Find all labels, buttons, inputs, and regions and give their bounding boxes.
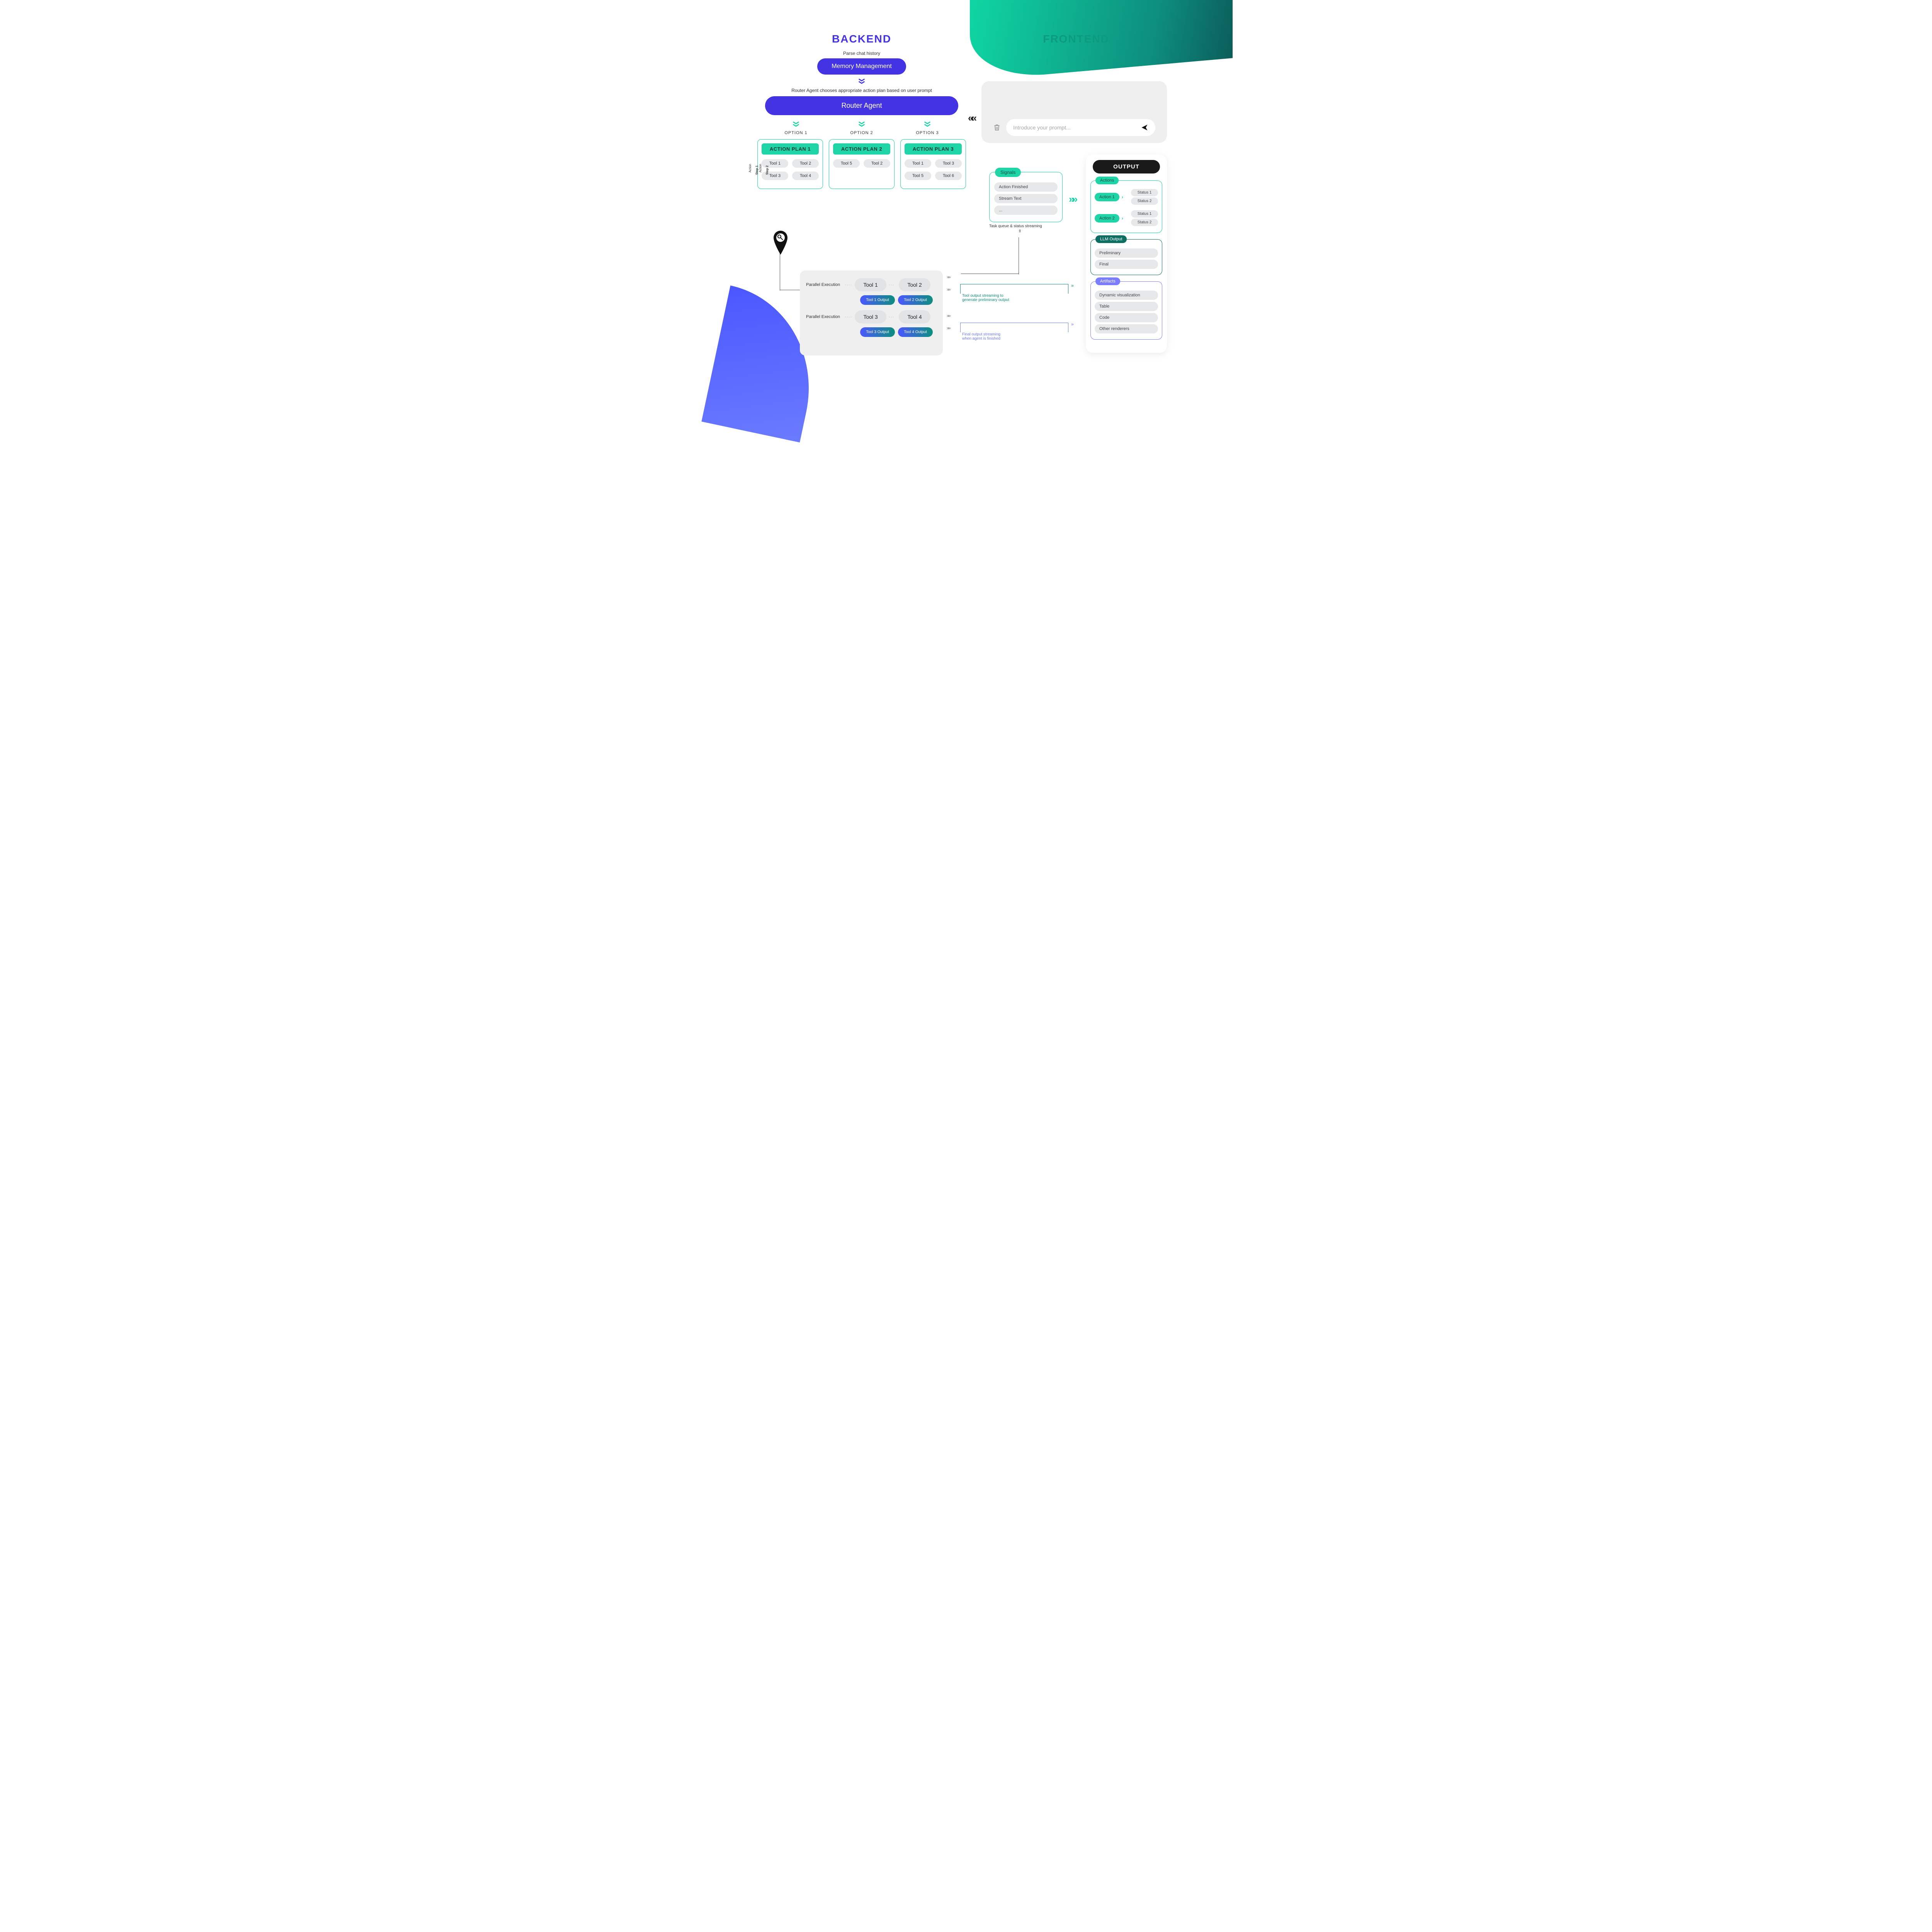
connector-dots: ··· xyxy=(889,315,896,319)
prompt-placeholder: Introduce your prompt... xyxy=(1013,124,1071,131)
status-pill: Status 2 xyxy=(1131,219,1158,226)
tool-chip: Tool 2 xyxy=(864,159,890,168)
signals-box: Signals Action Finished Stream Text ... xyxy=(989,172,1063,222)
options-row: OPTION 1 OPTION 2 OPTION 3 xyxy=(753,117,970,139)
action-plan-2: ACTION PLAN 2 Tool 5 Tool 2 xyxy=(829,139,895,189)
parallel-execution-label: Parallel Execution xyxy=(806,282,845,287)
tool-chip: Tool 5 xyxy=(905,172,931,180)
status-pill: Status 1 xyxy=(1131,210,1158,218)
connector-dots: ···· xyxy=(845,315,852,319)
action-plans-row: ActionStep 1 ActionStep 2 ACTION PLAN 1 … xyxy=(753,139,970,189)
tool-chip: Tool 1 xyxy=(905,159,931,168)
chevron-right-icon: › xyxy=(1122,216,1123,221)
artifact-item: Table xyxy=(1095,302,1158,311)
output-title: OUTPUT xyxy=(1093,160,1160,173)
chevron-down-icon xyxy=(923,120,932,128)
stream-bracket-final: Final output streaming when agent is fin… xyxy=(960,323,1068,332)
plan-header: ACTION PLAN 2 xyxy=(833,143,890,155)
chevron-down-icon xyxy=(792,120,800,128)
option-label: OPTION 2 xyxy=(831,131,893,135)
artifacts-box: Artifacts Dynamic visualization Table Co… xyxy=(1090,281,1162,340)
exec-tool: Tool 4 xyxy=(899,310,930,323)
trash-icon[interactable] xyxy=(993,124,1001,131)
artifact-item: Dynamic visualization xyxy=(1095,291,1158,300)
action-pill: Action 2 xyxy=(1095,214,1119,223)
signal-chip: Action Finished xyxy=(994,182,1058,192)
llm-item: Preliminary xyxy=(1095,248,1158,258)
connector-dots: ···· xyxy=(845,283,852,287)
execution-panel: Parallel Execution ···· Tool 1 ··· Tool … xyxy=(800,270,943,355)
send-icon[interactable] xyxy=(1141,124,1148,131)
option-label: OPTION 3 xyxy=(896,131,958,135)
output-panel: OUTPUT Actions Action 1 › Status 1 Statu… xyxy=(1086,155,1167,353)
arrow-right-icon: » xyxy=(1071,283,1073,288)
arrow-right-icon: » » xyxy=(947,274,950,280)
arrow-right-icon: » » xyxy=(947,287,950,292)
arrow-up-icon: »» xyxy=(1018,230,1022,233)
map-pin-icon xyxy=(772,230,789,255)
backend-column: BACKEND Parse chat history Memory Manage… xyxy=(753,0,970,189)
tool-output-pill: Tool 3 Output xyxy=(860,327,895,337)
artifacts-tag: Artifacts xyxy=(1095,277,1120,285)
status-pill: Status 1 xyxy=(1131,189,1158,196)
signals-caption: Task queue & status streaming xyxy=(989,224,1042,228)
artifact-item: Code xyxy=(1095,313,1158,322)
status-pill: Status 2 xyxy=(1131,197,1158,205)
stream-bracket-preliminary: Tool output streaming to generate prelim… xyxy=(960,284,1068,294)
arrow-right-icon: » » xyxy=(947,325,950,331)
tool-chip: Tool 5 xyxy=(833,159,860,168)
tool-chip: Tool 2 xyxy=(792,159,819,168)
arrow-right-icon: »» xyxy=(1069,193,1075,205)
signal-chip: Stream Text xyxy=(994,194,1058,203)
prompt-shell: Introduce your prompt... xyxy=(981,81,1167,143)
artifact-item: Other renderers xyxy=(1095,324,1158,333)
router-caption: Router Agent chooses appropriate action … xyxy=(753,88,970,93)
tool-chip: Tool 4 xyxy=(792,172,819,180)
exec-tool: Tool 2 xyxy=(899,278,930,291)
exec-tool: Tool 3 xyxy=(855,310,886,323)
backend-title: BACKEND xyxy=(753,33,970,45)
frontend-title: FRONTEND xyxy=(974,33,1179,45)
option-label: OPTION 1 xyxy=(765,131,827,135)
llm-item: Final xyxy=(1095,260,1158,269)
exec-tool: Tool 1 xyxy=(855,278,886,291)
action-pill: Action 1 xyxy=(1095,193,1119,201)
plan-header: ACTION PLAN 1 xyxy=(762,143,819,155)
llm-output-box: LLM Output Preliminary Final xyxy=(1090,239,1162,275)
chevron-down-icon xyxy=(857,77,866,85)
tool-output-pill: Tool 2 Output xyxy=(898,295,933,305)
tool-output-pill: Tool 1 Output xyxy=(860,295,895,305)
action-plan-3: ACTION PLAN 3 Tool 1 Tool 3 Tool 5 Tool … xyxy=(900,139,966,189)
arrow-right-icon: » » xyxy=(947,313,950,318)
tool-chip: Tool 6 xyxy=(935,172,962,180)
connector-dots: ··· xyxy=(889,283,896,287)
router-agent-node: Router Agent xyxy=(765,96,958,115)
actions-box: Actions Action 1 › Status 1 Status 2 Act… xyxy=(1090,180,1162,233)
parallel-execution-label: Parallel Execution xyxy=(806,315,845,319)
tool-chip: Tool 3 xyxy=(935,159,962,168)
parse-history-label: Parse chat history xyxy=(753,51,970,56)
frontend-column: FRONTEND xyxy=(974,0,1179,51)
arrow-right-icon: » xyxy=(1071,321,1073,327)
stream-label-final: Final output streaming when agent is fin… xyxy=(962,332,1068,341)
chevron-down-icon xyxy=(857,120,866,128)
chevron-right-icon: › xyxy=(1122,194,1123,200)
tool-output-pill: Tool 4 Output xyxy=(898,327,933,337)
step-side-labels: ActionStep 1 ActionStep 2 xyxy=(749,159,769,177)
plan-header: ACTION PLAN 3 xyxy=(905,143,962,155)
llm-tag: LLM Output xyxy=(1095,235,1127,243)
stream-label-preliminary: Tool output streaming to generate prelim… xyxy=(962,294,1068,302)
signal-chip: ... xyxy=(994,206,1058,215)
actions-tag: Actions xyxy=(1095,177,1119,184)
signals-tag: Signals xyxy=(995,168,1021,177)
prompt-input[interactable]: Introduce your prompt... xyxy=(1006,119,1155,136)
memory-management-node: Memory Management xyxy=(817,58,906,75)
